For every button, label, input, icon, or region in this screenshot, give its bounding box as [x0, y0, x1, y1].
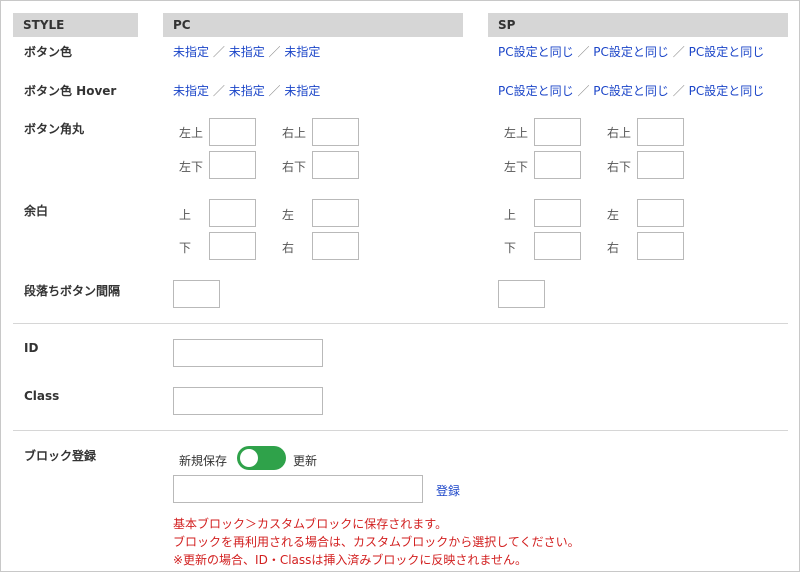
pc-padding-top-input[interactable] [209, 199, 256, 227]
pc-padding-left-input[interactable] [312, 199, 359, 227]
pc-padding-right-label: 右 [282, 241, 295, 255]
separator: ／ [212, 45, 225, 59]
pc-paragraph-gap-input[interactable] [173, 280, 220, 308]
row-label-button-color: ボタン色 [24, 45, 73, 59]
pc-radius-bottom-right-input[interactable] [312, 151, 359, 179]
sp-radius-bottom-left-label: 左下 [504, 160, 529, 174]
pc-padding-right-input[interactable] [312, 232, 359, 260]
row-label-block-register: ブロック登録 [24, 449, 97, 463]
row-label-button-color-hover: ボタン色 Hover [24, 84, 117, 98]
sp-padding-left-label: 左 [607, 208, 620, 222]
row-label-button-radius: ボタン角丸 [24, 122, 85, 136]
pc-radius-top-left-input[interactable] [209, 118, 256, 146]
block-name-input[interactable] [173, 475, 423, 503]
sp-padding-right-label: 右 [607, 241, 620, 255]
header-sp: SP [488, 13, 788, 37]
sp-button-hover-links: PC設定と同じ ／ PC設定と同じ ／ PC設定と同じ [498, 82, 764, 99]
row-label-padding: 余白 [24, 204, 49, 218]
sp-button-color-links: PC設定と同じ ／ PC設定と同じ ／ PC設定と同じ [498, 43, 764, 60]
pc-radius-top-right-input[interactable] [312, 118, 359, 146]
row-label-class: Class [24, 389, 60, 403]
id-input[interactable] [173, 339, 323, 367]
sp-button-color-link-1[interactable]: PC設定と同じ [498, 45, 574, 59]
row-label-paragraph-gap: 段落ちボタン間隔 [24, 284, 121, 298]
sp-paragraph-gap-input[interactable] [498, 280, 545, 308]
pc-padding-top-label: 上 [179, 208, 192, 222]
sp-button-color-link-2[interactable]: PC設定と同じ [593, 45, 669, 59]
separator: ／ [672, 45, 685, 59]
pc-button-color-link-3[interactable]: 未指定 [284, 45, 320, 59]
pc-button-hover-link-2[interactable]: 未指定 [229, 84, 265, 98]
pc-button-hover-link-3[interactable]: 未指定 [284, 84, 320, 98]
sp-radius-top-right-label: 右上 [607, 126, 632, 140]
sp-padding-left-input[interactable] [637, 199, 684, 227]
header-pc: PC [163, 13, 463, 37]
sp-padding-top-label: 上 [504, 208, 517, 222]
pc-padding-bottom-input[interactable] [209, 232, 256, 260]
sp-radius-top-left-input[interactable] [534, 118, 581, 146]
separator: ／ [577, 45, 590, 59]
pc-padding-left-label: 左 [282, 208, 295, 222]
sp-padding-top-input[interactable] [534, 199, 581, 227]
separator: ／ [672, 84, 685, 98]
new-save-label: 新規保存 [179, 454, 228, 468]
pc-padding-bottom-label: 下 [179, 241, 192, 255]
separator: ／ [577, 84, 590, 98]
register-link[interactable]: 登録 [436, 482, 460, 499]
pc-radius-top-right-label: 右上 [282, 126, 307, 140]
sp-radius-bottom-right-input[interactable] [637, 151, 684, 179]
save-mode-toggle[interactable] [237, 446, 286, 470]
pc-button-hover-links: 未指定 ／ 未指定 ／ 未指定 [173, 82, 320, 99]
separator: ／ [212, 84, 225, 98]
sp-radius-bottom-left-input[interactable] [534, 151, 581, 179]
toggle-knob [240, 449, 258, 467]
row-label-id: ID [24, 341, 39, 355]
sp-radius-top-left-label: 左上 [504, 126, 529, 140]
divider [13, 323, 788, 324]
separator: ／ [268, 45, 281, 59]
sp-radius-bottom-right-label: 右下 [607, 160, 632, 174]
pc-radius-bottom-left-label: 左下 [179, 160, 204, 174]
sp-button-hover-link-1[interactable]: PC設定と同じ [498, 84, 574, 98]
sp-padding-right-input[interactable] [637, 232, 684, 260]
pc-button-hover-link-1[interactable]: 未指定 [173, 84, 209, 98]
header-style: STYLE [13, 13, 138, 37]
note-line-1: 基本ブロック＞カスタムブロックに保存されます。 [173, 517, 448, 531]
note-line-3: ※更新の場合、ID・Classは挿入済みブロックに反映されません。 [173, 553, 528, 567]
sp-padding-bottom-input[interactable] [534, 232, 581, 260]
sp-button-hover-link-3[interactable]: PC設定と同じ [689, 84, 765, 98]
sp-radius-top-right-input[interactable] [637, 118, 684, 146]
style-settings-panel: STYLE PC SP ボタン色 未指定 ／ 未指定 ／ 未指定 PC設定と同じ… [0, 0, 800, 572]
note-line-2: ブロックを再利用される場合は、カスタムブロックから選択してください。 [173, 535, 580, 549]
pc-radius-bottom-right-label: 右下 [282, 160, 307, 174]
class-input[interactable] [173, 387, 323, 415]
divider [13, 430, 788, 431]
pc-radius-top-left-label: 左上 [179, 126, 204, 140]
sp-button-hover-link-2[interactable]: PC設定と同じ [593, 84, 669, 98]
pc-button-color-links: 未指定 ／ 未指定 ／ 未指定 [173, 43, 320, 60]
pc-radius-bottom-left-input[interactable] [209, 151, 256, 179]
sp-button-color-link-3[interactable]: PC設定と同じ [689, 45, 765, 59]
pc-button-color-link-1[interactable]: 未指定 [173, 45, 209, 59]
sp-padding-bottom-label: 下 [504, 241, 517, 255]
pc-button-color-link-2[interactable]: 未指定 [229, 45, 265, 59]
update-label: 更新 [293, 454, 318, 468]
separator: ／ [268, 84, 281, 98]
